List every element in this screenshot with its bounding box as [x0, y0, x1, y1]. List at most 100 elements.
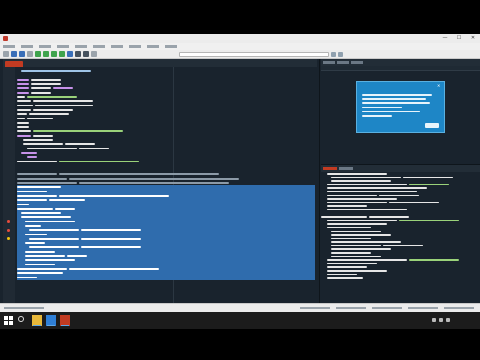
- console-tabs: [321, 165, 480, 172]
- text-run: [321, 216, 367, 218]
- volume-icon[interactable]: [439, 318, 443, 322]
- text-run: [33, 108, 73, 111]
- stop-icon[interactable]: [83, 51, 89, 57]
- run-selection-icon[interactable]: [59, 51, 65, 57]
- variable-explorer-tab[interactable]: [337, 61, 349, 64]
- text-run: [327, 273, 357, 276]
- menu-bar: [0, 43, 480, 50]
- windows-start-icon[interactable]: [4, 316, 13, 325]
- new-file-icon[interactable]: [3, 51, 9, 57]
- text-run: [29, 113, 69, 116]
- debug-icon[interactable]: [67, 51, 73, 57]
- menu-item[interactable]: [57, 45, 69, 48]
- step-icon[interactable]: [75, 51, 81, 57]
- text-run: [17, 91, 29, 94]
- browse-directory-icon[interactable]: [331, 51, 336, 57]
- maximize-button[interactable]: ☐: [452, 34, 466, 43]
- menu-item[interactable]: [129, 45, 141, 48]
- minimize-button[interactable]: —: [438, 34, 452, 43]
- open-folder-icon[interactable]: [11, 51, 17, 57]
- text-run: [331, 241, 401, 243]
- help-pane-toolbar: [321, 66, 480, 71]
- files-tab[interactable]: [351, 61, 363, 64]
- console-line: [321, 276, 480, 280]
- text-run: [17, 130, 31, 133]
- menu-item[interactable]: [111, 45, 123, 48]
- text-run: [59, 160, 139, 163]
- text-run: [69, 267, 159, 270]
- text-run: [17, 182, 77, 184]
- file-explorer-icon[interactable]: [32, 315, 42, 326]
- battery-icon[interactable]: [446, 318, 450, 322]
- help-tab[interactable]: [323, 61, 335, 64]
- text-run: [389, 201, 439, 204]
- text-run: [17, 199, 47, 201]
- text-run: [25, 259, 75, 262]
- menu-item[interactable]: [75, 45, 87, 48]
- text-run: [49, 199, 85, 201]
- pane-splitter[interactable]: [319, 59, 320, 303]
- text-run: [33, 100, 93, 103]
- menu-item[interactable]: [21, 45, 33, 48]
- search-icon[interactable]: [18, 316, 24, 322]
- text-run: [17, 272, 63, 275]
- text-run: [331, 237, 371, 240]
- popup-action-button[interactable]: [425, 123, 439, 128]
- code-analysis-marker-icon[interactable]: [7, 219, 10, 223]
- network-icon[interactable]: [432, 318, 436, 322]
- status-memory: [408, 307, 438, 309]
- text-run: [331, 180, 391, 182]
- settings-icon[interactable]: [91, 51, 97, 57]
- text-run: [379, 194, 419, 197]
- browser-icon[interactable]: [46, 315, 56, 326]
- text-run: [17, 173, 57, 176]
- ipython-console[interactable]: [321, 172, 480, 303]
- close-button[interactable]: ✕: [466, 34, 480, 43]
- menu-item[interactable]: [39, 45, 51, 48]
- code-area[interactable]: [3, 67, 317, 303]
- text-run: [327, 223, 387, 225]
- text-run: [65, 143, 95, 146]
- menu-item[interactable]: [3, 45, 15, 48]
- text-run: [81, 229, 141, 232]
- text-run: [81, 246, 141, 249]
- code-analysis-marker-icon[interactable]: [7, 228, 10, 232]
- text-run: [17, 194, 57, 197]
- status-permissions: [372, 307, 402, 309]
- save-icon[interactable]: [19, 51, 25, 57]
- text-run: [25, 255, 65, 257]
- text-run: [31, 78, 61, 81]
- menu-item[interactable]: [147, 45, 159, 48]
- text-run: [331, 230, 381, 232]
- text-run: [25, 250, 55, 253]
- menu-item[interactable]: [165, 45, 177, 48]
- text-run: [17, 267, 67, 270]
- save-all-icon[interactable]: [27, 51, 33, 57]
- text-run: [327, 194, 377, 197]
- history-tab[interactable]: [339, 167, 353, 170]
- text-run: [17, 117, 25, 120]
- text-run: [25, 220, 75, 223]
- system-tray: [432, 318, 450, 322]
- run-cell-icon[interactable]: [43, 51, 49, 57]
- text-run: [27, 147, 77, 150]
- text-run: [29, 229, 79, 232]
- run-file-icon[interactable]: [35, 51, 41, 57]
- run-cell-advance-icon[interactable]: [51, 51, 57, 57]
- text-run: [17, 83, 29, 85]
- popup-close-icon[interactable]: ✕: [437, 84, 441, 88]
- menu-item[interactable]: [93, 45, 105, 48]
- text-run: [55, 207, 75, 210]
- text-run: [327, 173, 387, 175]
- text-run: [25, 224, 41, 227]
- spyder-icon[interactable]: [60, 315, 70, 326]
- text-run: [17, 203, 29, 206]
- text-run: [327, 187, 427, 189]
- text-run: [17, 113, 27, 116]
- text-run: [29, 246, 79, 249]
- parent-directory-icon[interactable]: [338, 51, 343, 57]
- console-tab[interactable]: [323, 167, 337, 170]
- text-run: [17, 134, 31, 137]
- windows-taskbar: [0, 312, 480, 329]
- working-directory-input[interactable]: [179, 51, 329, 57]
